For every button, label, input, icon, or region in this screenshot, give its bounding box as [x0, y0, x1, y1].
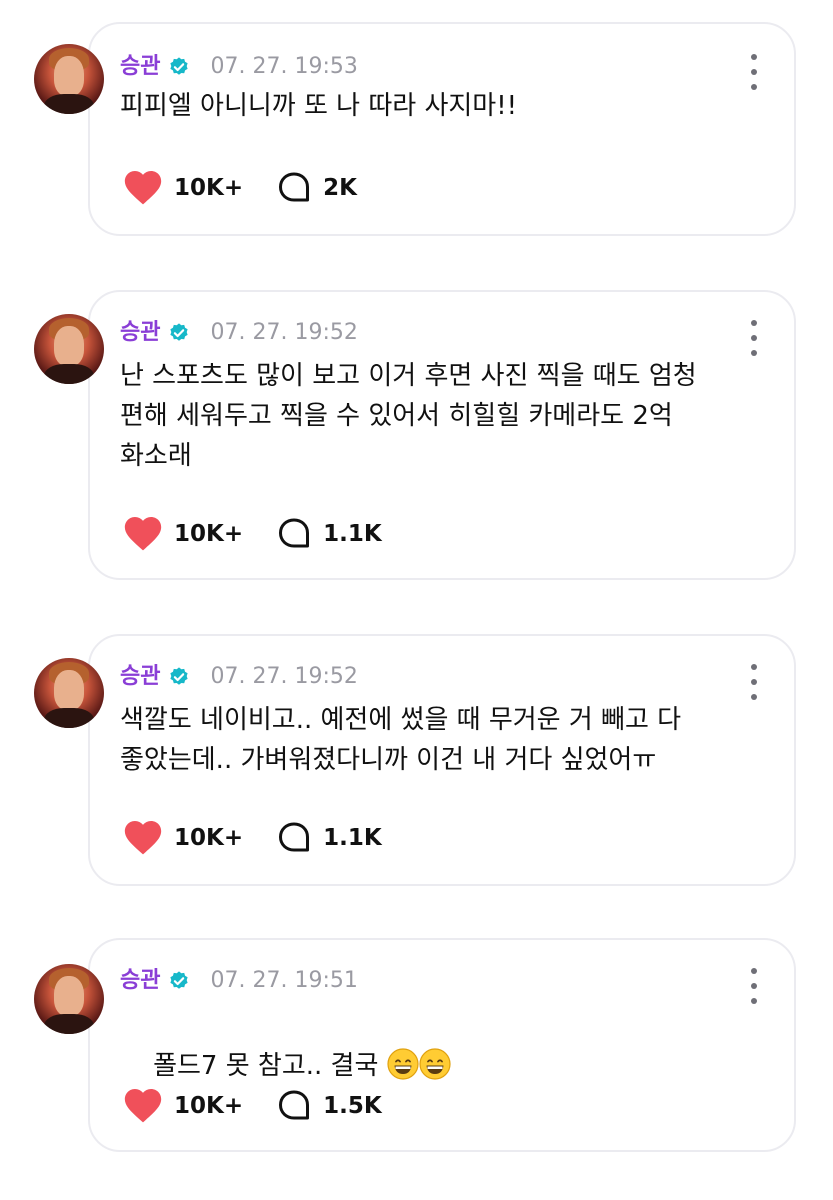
timestamp: 07. 27. 19:53	[210, 54, 358, 79]
username[interactable]: 승관	[120, 662, 160, 692]
like-count: 10K+	[174, 825, 244, 851]
more-vertical-icon[interactable]	[746, 968, 762, 1004]
post-text: 색깔도 네이비고.. 예전에 썼을 때 무거운 거 빼고 다 좋았는데.. 가벼…	[120, 705, 682, 775]
comment-count: 1.5K	[323, 1093, 382, 1119]
username[interactable]: 승관	[120, 52, 160, 82]
like-count: 10K+	[174, 1093, 244, 1119]
avatar[interactable]	[34, 964, 104, 1034]
post-card[interactable]: 승관 07. 27. 19:53 피피엘 아니니까 또 나 따라 사지마!! 1…	[0, 22, 833, 236]
timestamp: 07. 27. 19:51	[210, 968, 358, 993]
like-count: 10K+	[174, 175, 244, 201]
verified-badge-icon	[170, 323, 189, 341]
grinning-face-emoji	[387, 1048, 419, 1080]
verified-badge-icon	[170, 667, 189, 685]
username[interactable]: 승관	[120, 966, 160, 996]
comment-bubble-icon[interactable]	[277, 821, 311, 855]
avatar[interactable]	[34, 658, 104, 728]
post-text-content: 폴드7 못 참고.. 결국	[153, 1051, 387, 1081]
post-card[interactable]: 승관 07. 27. 19:52 난 스포츠도 많이 보고 이거 후면 사진 찍…	[0, 290, 833, 580]
username[interactable]: 승관	[120, 318, 160, 348]
more-vertical-icon[interactable]	[746, 320, 762, 356]
heart-icon[interactable]	[124, 517, 162, 551]
post-text: 피피엘 아니니까 또 나 따라 사지마!!	[120, 91, 518, 121]
comment-bubble-icon[interactable]	[277, 1089, 311, 1123]
comment-count: 1.1K	[323, 521, 382, 547]
more-vertical-icon[interactable]	[746, 664, 762, 700]
post-card[interactable]: 승관 07. 27. 19:52 색깔도 네이비고.. 예전에 썼을 때 무거운…	[0, 634, 833, 886]
comment-count: 2K	[323, 175, 357, 201]
post-card[interactable]: 승관 07. 27. 19:51 폴드7 못 참고.. 결국 10K+ 1.5K	[0, 938, 833, 1152]
comment-count: 1.1K	[323, 825, 382, 851]
timestamp: 07. 27. 19:52	[210, 320, 358, 345]
avatar[interactable]	[34, 314, 104, 384]
comment-bubble-icon[interactable]	[277, 517, 311, 551]
verified-badge-icon	[170, 971, 189, 989]
post-text: 난 스포츠도 많이 보고 이거 후면 사진 찍을 때도 엄청 편해 세워두고 찍…	[120, 361, 697, 471]
heart-icon[interactable]	[124, 821, 162, 855]
avatar[interactable]	[34, 44, 104, 114]
timestamp: 07. 27. 19:52	[210, 664, 358, 689]
more-vertical-icon[interactable]	[746, 54, 762, 90]
grinning-face-emoji	[419, 1048, 451, 1080]
comment-bubble-icon[interactable]	[277, 171, 311, 205]
like-count: 10K+	[174, 521, 244, 547]
heart-icon[interactable]	[124, 1089, 162, 1123]
heart-icon[interactable]	[124, 171, 162, 205]
verified-badge-icon	[170, 57, 189, 75]
